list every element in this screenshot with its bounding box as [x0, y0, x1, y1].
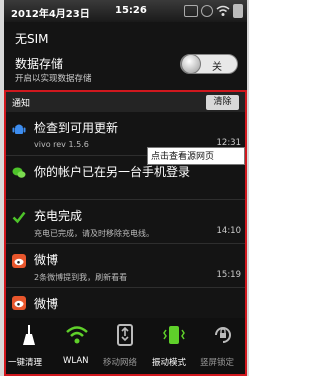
quick-mobile-network[interactable]: 移动网络	[102, 318, 148, 374]
data-storage-row[interactable]: 数据存储 开启以实现数据存储 关	[4, 50, 247, 88]
data-storage-subtitle: 开启以实现数据存储	[15, 74, 92, 84]
quick-clean[interactable]: 一键清理	[6, 318, 52, 374]
rotation-lock-icon	[215, 327, 231, 343]
notification-header-label: 通知	[12, 99, 31, 109]
quick-label: WLAN	[63, 356, 89, 366]
broom-icon	[23, 325, 35, 345]
clear-button[interactable]: 清除	[206, 95, 239, 110]
weibo-icon	[12, 254, 26, 268]
status-bar: 2012年4月23日 15:26	[4, 0, 247, 22]
notification-charging[interactable]: 充电完成 充电已完成，请及时移除充电线。 14:10	[6, 200, 245, 244]
notification-subtitle: 充电已完成，请及时移除充电线。	[34, 229, 154, 238]
notification-subtitle: vivo rev 1.5.6	[34, 140, 89, 149]
notification-title: 微博	[34, 253, 59, 267]
sim-icon	[184, 5, 198, 17]
tooltip: 点击查看源网页	[147, 147, 245, 165]
notification-header: 通知 清除	[6, 92, 245, 112]
vibrate-icon	[163, 326, 185, 344]
sim-status-text: 无SIM	[15, 32, 49, 46]
phone-screen: 2012年4月23日 15:26 无SIM 数据存储 开启以实现数据存储 关 通…	[4, 0, 247, 376]
gps-icon	[201, 5, 213, 17]
notification-weibo[interactable]: 微博 2条微博提到我，刷新看看 15:19	[6, 244, 245, 288]
weibo-icon	[12, 296, 26, 310]
quick-label: 振动模式	[152, 358, 187, 368]
quick-settings-bar: 一键清理 WLAN 移动网络 振动模式 竖屏锁定	[6, 318, 245, 374]
wifi-status-icon	[216, 5, 230, 16]
quick-vibrate[interactable]: 振动模式	[150, 318, 198, 374]
quick-label: 竖屏锁定	[200, 358, 235, 368]
status-time: 15:26	[115, 5, 147, 16]
device-frame: 2012年4月23日 15:26 无SIM 数据存储 开启以实现数据存储 关 通…	[0, 0, 249, 376]
quick-label: 一键清理	[8, 358, 43, 368]
mobile-data-icon	[117, 324, 133, 346]
check-icon	[12, 211, 26, 224]
wifi-icon	[66, 326, 88, 344]
notification-title: 微博	[34, 297, 59, 311]
wechat-icon	[12, 167, 26, 178]
toggle-knob	[181, 54, 201, 74]
notification-weibo[interactable]: 微博	[6, 288, 245, 318]
notification-panel: 通知 清除 检查到可用更新 vivo rev 1.5.6 12:31 你的帐户已…	[4, 90, 247, 376]
android-icon	[12, 124, 26, 134]
status-date: 2012年4月23日	[11, 9, 90, 20]
notification-subtitle: 2条微博提到我，刷新看看	[34, 273, 128, 282]
notification-title: 你的帐户已在另一台手机登录	[34, 165, 191, 179]
notification-time: 15:19	[216, 270, 242, 280]
notification-title: 充电完成	[34, 209, 83, 223]
quick-wlan[interactable]: WLAN	[54, 318, 100, 374]
notification-title: 检查到可用更新	[34, 121, 119, 135]
data-storage-toggle[interactable]: 关	[180, 54, 238, 74]
status-icons	[184, 4, 243, 18]
toggle-label: 关	[212, 62, 222, 73]
quick-rotation-lock[interactable]: 竖屏锁定	[200, 318, 245, 374]
battery-icon	[233, 4, 243, 18]
quick-label: 移动网络	[103, 358, 138, 368]
notification-time: 14:10	[216, 226, 242, 236]
data-storage-title: 数据存储	[15, 57, 64, 71]
